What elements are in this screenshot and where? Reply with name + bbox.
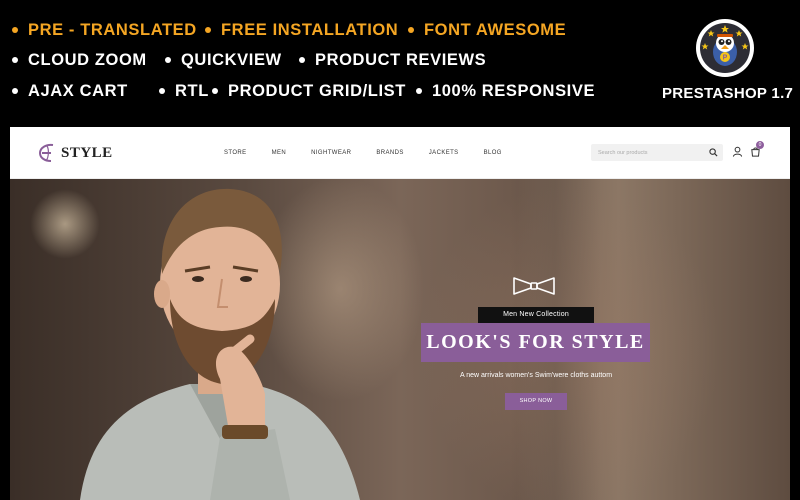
feature-label: QUICKVIEW [181,50,282,69]
bullet-icon [165,57,171,63]
feature-item: FONT AWESOME [408,21,566,40]
platform-label: PRESTASHOP 1.7 [662,85,794,102]
svg-text:P: P [723,55,728,62]
feature-item: PRE - TRANSLATED [12,21,205,40]
bowtie-icon [513,277,555,295]
nav-item-blog[interactable]: BLOG [484,150,502,156]
hero-banner: Men New Collection LOOK'S FOR STYLE A ne… [10,179,790,500]
bullet-icon [212,88,218,94]
search-icon[interactable] [709,148,718,157]
search-input[interactable] [591,144,701,161]
feature-label: FONT AWESOME [424,20,567,39]
bullet-icon [159,88,165,94]
feature-label: RTL [175,81,209,100]
feature-item: QUICKVIEW [165,51,299,70]
feature-label: PRE - TRANSLATED [28,20,197,39]
feature-label: CLOUD ZOOM [28,50,147,69]
nav-item-jackets[interactable]: JACKETS [429,150,459,156]
feature-banner: PRE - TRANSLATED FREE INSTALLATION FONT … [0,0,800,127]
hero-title: LOOK'S FOR STYLE [421,323,650,362]
hero-model-image [80,188,360,500]
nav-item-men[interactable]: MEN [272,150,287,156]
user-icon[interactable] [732,146,743,157]
feature-label: AJAX CART [28,81,128,100]
bullet-icon [205,27,211,33]
store-preview: STYLE STORE MEN NIGHTWEAR BRANDS JACKETS… [10,127,790,500]
bullet-icon [12,88,18,94]
feature-item: CLOUD ZOOM [12,51,165,70]
feature-item: 100% RESPONSIVE [416,82,595,101]
prestashop-badge-icon: P [696,19,754,77]
hero-subtitle: A new arrivals women's Swim'were cloths … [459,372,613,379]
feature-item: RTL [159,82,212,101]
store-logo[interactable]: STYLE [36,142,113,164]
store-header: STYLE STORE MEN NIGHTWEAR BRANDS JACKETS… [10,127,790,179]
feature-label: PRODUCT REVIEWS [315,50,487,69]
shop-now-button[interactable]: SHOP NOW [505,393,567,410]
bullet-icon [12,27,18,33]
bullet-icon [416,88,422,94]
feature-label: 100% RESPONSIVE [432,81,596,100]
bullet-icon [299,57,305,63]
feature-row-1: PRE - TRANSLATED FREE INSTALLATION FONT … [12,19,566,41]
main-nav: STORE MEN NIGHTWEAR BRANDS JACKETS BLOG [224,147,527,159]
feature-item: PRODUCT GRID/LIST [212,82,416,101]
feature-item: AJAX CART [12,82,159,101]
logo-mark-icon [38,143,54,162]
bullet-icon [408,27,414,33]
feature-item: PRODUCT REVIEWS [299,51,486,70]
feature-row-3: AJAX CART RTL PRODUCT GRID/LIST 100% RES… [12,80,595,102]
nav-item-nightwear[interactable]: NIGHTWEAR [311,150,351,156]
logo-text: STYLE [61,144,113,161]
feature-label: FREE INSTALLATION [221,20,399,39]
hero-tag: Men New Collection [478,307,594,323]
feature-row-2: CLOUD ZOOM QUICKVIEW PRODUCT REVIEWS [12,49,486,71]
feature-item: FREE INSTALLATION [205,21,408,40]
search-box [591,144,723,161]
nav-item-store[interactable]: STORE [224,150,247,156]
cart-count-badge: 0 [756,141,764,149]
nav-item-brands[interactable]: BRANDS [376,150,403,156]
bullet-icon [12,57,18,63]
feature-label: PRODUCT GRID/LIST [228,81,406,100]
